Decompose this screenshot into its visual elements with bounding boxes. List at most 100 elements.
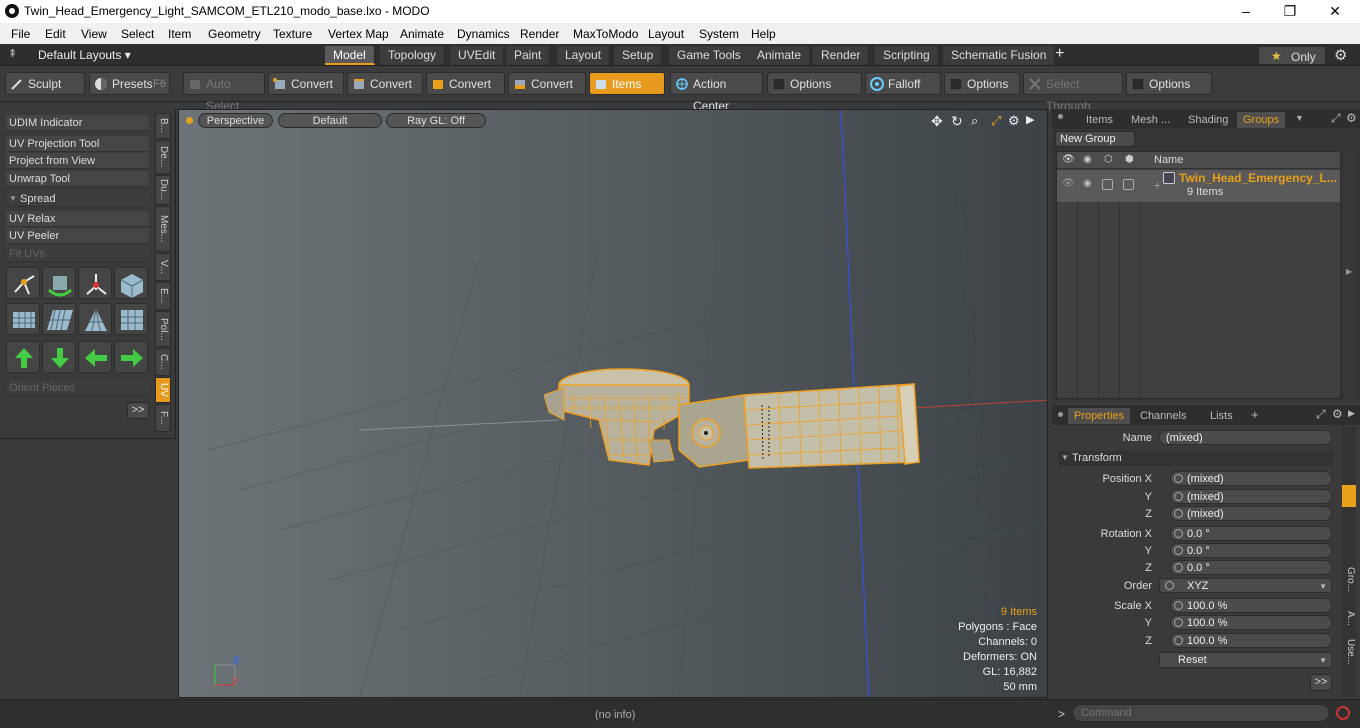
uv-plane-icon[interactable] — [42, 303, 76, 335]
presets-button[interactable]: Presets F6 — [89, 72, 170, 95]
keyframe-dot-icon[interactable] — [1174, 529, 1183, 538]
align-left-icon[interactable] — [78, 341, 112, 373]
menu-dynamics[interactable]: Dynamics — [457, 27, 510, 41]
tab-mesh[interactable]: Mesh ... — [1125, 112, 1176, 128]
fit-view-icon[interactable]: ⤢ — [991, 113, 1001, 129]
convert-materials-button[interactable]: Convert — [508, 72, 586, 95]
panel-gear-icon[interactable]: ⚙ — [1346, 111, 1357, 125]
order-dropdown[interactable]: XYZ ▼ — [1159, 578, 1332, 593]
keyframe-dot-icon[interactable] — [1174, 492, 1183, 501]
vtab-edge[interactable]: E... — [155, 282, 171, 310]
items-mode-button[interactable]: Items — [589, 72, 665, 95]
menu-help[interactable]: Help — [751, 27, 776, 41]
tab-groups[interactable]: Groups — [1237, 112, 1286, 128]
orient-pieces-button[interactable]: Orient Pieces — [6, 380, 149, 396]
menu-select[interactable]: Select — [121, 27, 154, 41]
uv-grid-icon[interactable] — [114, 303, 148, 335]
uv-rotate-icon[interactable] — [42, 267, 76, 299]
lock-checkbox[interactable] — [1102, 179, 1113, 190]
more-tools-button[interactable]: >> — [127, 402, 149, 419]
menu-maxtomodo[interactable]: MaxToModo — [573, 27, 638, 41]
default-layouts-dropdown[interactable]: Default Layouts ▾ — [38, 48, 131, 62]
vtab-deform[interactable]: De... — [155, 140, 171, 174]
expand-plus-icon[interactable]: + — [1154, 180, 1160, 192]
tab-shading[interactable]: Shading — [1182, 112, 1234, 128]
uv-box-icon[interactable] — [114, 267, 148, 299]
uv-move-icon[interactable] — [78, 267, 112, 299]
align-up-icon[interactable] — [6, 341, 40, 373]
tab-properties[interactable]: Properties — [1068, 408, 1131, 424]
keyframe-dot-icon[interactable] — [1174, 474, 1183, 483]
project-from-view-button[interactable]: Project from View — [6, 153, 149, 169]
gear-icon[interactable]: ⚙ — [1334, 46, 1347, 64]
only-toggle[interactable]: ★ Only — [1258, 46, 1326, 65]
menu-texture[interactable]: Texture — [273, 27, 312, 41]
position-z-field[interactable]: (mixed) — [1170, 506, 1332, 521]
menu-item[interactable]: Item — [168, 27, 191, 41]
menu-render[interactable]: Render — [520, 27, 559, 41]
rotation-x-field[interactable]: 0.0 ° — [1170, 526, 1332, 541]
keyframe-dot-icon[interactable] — [1165, 581, 1174, 590]
uv-relax-button[interactable]: UV Relax — [6, 211, 149, 227]
viewport-settings-icon[interactable]: ⚙ — [1008, 113, 1020, 129]
groups-scrollbar[interactable]: ▶ — [1344, 151, 1356, 399]
convert-polygons-button[interactable]: Convert — [426, 72, 505, 95]
tab-scripting[interactable]: Scripting — [875, 46, 939, 65]
rotation-y-field[interactable]: 0.0 ° — [1170, 543, 1332, 558]
menu-edit[interactable]: Edit — [45, 27, 66, 41]
side-tab-groups[interactable]: Gro... — [1342, 567, 1356, 607]
position-y-field[interactable]: (mixed) — [1170, 489, 1332, 504]
keyframe-dot-icon[interactable] — [1174, 636, 1183, 645]
convert-vertices-button[interactable]: Convert — [268, 72, 344, 95]
layout-arrow-icon[interactable]: ⇞ — [8, 47, 17, 60]
auto-select-button[interactable]: Auto Select — [183, 72, 265, 113]
uv-cylinder-icon[interactable] — [6, 303, 40, 335]
scale-x-field[interactable]: 100.0 % — [1170, 598, 1332, 613]
select-through-options-button[interactable]: Options — [1126, 72, 1212, 95]
add-tab-button[interactable]: + — [1251, 407, 1259, 422]
keyframe-dot-icon[interactable] — [1174, 509, 1183, 518]
menu-system[interactable]: System — [699, 27, 739, 41]
spread-section[interactable]: ▼ Spread — [6, 191, 149, 207]
fit-uvs-button[interactable]: Fit UVs — [6, 246, 149, 262]
name-field[interactable]: (mixed) — [1159, 430, 1332, 445]
tab-setup[interactable]: Setup — [614, 46, 663, 65]
vtab-polygon[interactable]: Pol... — [155, 311, 171, 347]
new-group-button[interactable]: New Group — [1055, 131, 1135, 147]
vtab-curve[interactable]: C... — [155, 348, 171, 376]
menu-layout[interactable]: Layout — [648, 27, 684, 41]
expand-panel-icon[interactable]: ⤢ — [1331, 111, 1341, 126]
menu-file[interactable]: File — [11, 27, 30, 41]
maximize-button[interactable]: ❐ — [1267, 0, 1313, 23]
menu-animate[interactable]: Animate — [400, 27, 444, 41]
minimize-button[interactable]: – — [1223, 0, 1269, 23]
visibility-eye-icon[interactable]: 👁 — [1062, 178, 1075, 189]
vtab-basic[interactable]: B... — [155, 113, 171, 139]
tab-items[interactable]: Items — [1080, 112, 1119, 128]
vtab-mesh-edit[interactable]: Mes... — [155, 206, 171, 252]
render-toggle-icon[interactable]: ◉ — [1083, 178, 1092, 189]
side-tab-a[interactable]: A... — [1342, 611, 1356, 635]
falloff-button[interactable]: Falloff — [865, 72, 941, 95]
close-button[interactable]: ✕ — [1312, 0, 1358, 23]
keyframe-dot-icon[interactable] — [1174, 546, 1183, 555]
tab-model[interactable]: Model — [325, 46, 375, 65]
tab-menu-arrow-icon[interactable]: ▼ — [1295, 113, 1304, 123]
record-icon[interactable] — [1336, 706, 1350, 720]
unwrap-tool-button[interactable]: Unwrap Tool — [6, 171, 149, 187]
uv-transform-icon[interactable] — [6, 267, 40, 299]
perspective-dropdown[interactable]: Perspective — [198, 113, 273, 128]
group-row[interactable]: 👁 ◉ + Twin_Head_Emergency_L... 9 Items — [1057, 170, 1340, 202]
reset-dropdown[interactable]: Reset ▼ — [1159, 652, 1332, 668]
rotation-z-field[interactable]: 0.0 ° — [1170, 560, 1332, 575]
scale-z-field[interactable]: 100.0 % — [1170, 633, 1332, 648]
raygl-toggle[interactable]: Ray GL: Off — [386, 113, 486, 128]
keyframe-dot-icon[interactable] — [1174, 563, 1183, 572]
position-x-field[interactable]: (mixed) — [1170, 471, 1332, 486]
shading-default-dropdown[interactable]: Default — [278, 113, 382, 128]
vtab-vertex[interactable]: V... — [155, 253, 171, 281]
uv-peeler-button[interactable]: UV Peeler — [6, 228, 149, 244]
tab-layout[interactable]: Layout — [557, 46, 611, 65]
align-right-icon[interactable] — [114, 341, 148, 373]
side-tab-active[interactable] — [1342, 485, 1356, 507]
